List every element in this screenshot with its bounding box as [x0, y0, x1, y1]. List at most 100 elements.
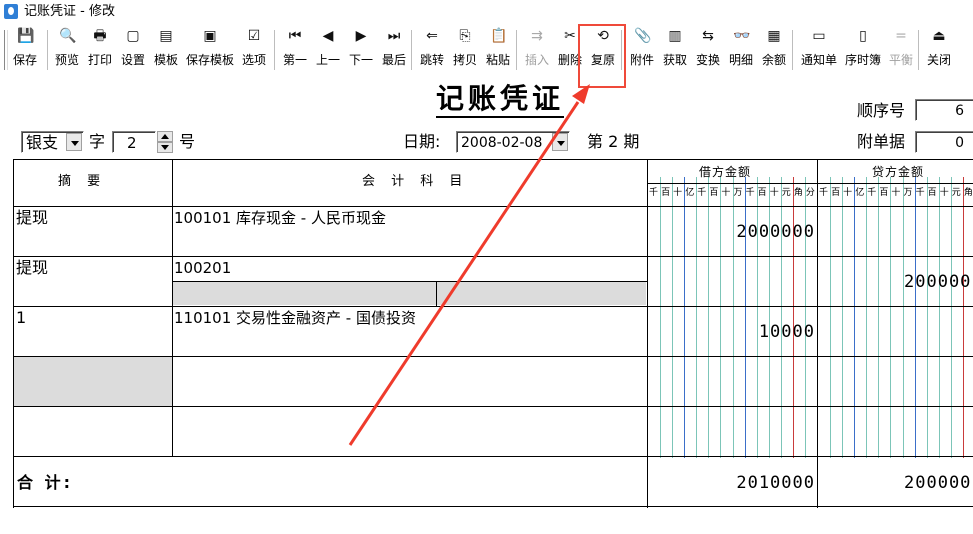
toolbar-button-label: 变换	[695, 53, 720, 67]
sequence-input[interactable]: 6	[915, 99, 973, 121]
digit-column-divider	[926, 177, 928, 458]
digit-unit-label: 百	[927, 188, 937, 198]
toolbar-button-jump[interactable]: ⇐ 跳转	[416, 26, 448, 72]
digit-unit-label: 百	[757, 188, 767, 198]
last-icon: ⏭	[387, 28, 401, 44]
row-summary[interactable]: 提现	[16, 208, 48, 228]
digit-column-divider	[708, 177, 710, 458]
digit-unit-label: 十	[721, 188, 731, 198]
sub-account-field-left[interactable]	[173, 282, 436, 305]
digit-column-divider	[962, 177, 964, 458]
toolbar-button-label: 拷贝	[452, 53, 477, 67]
toolbar-button-balance[interactable]: ▦ 余额	[758, 26, 790, 72]
toolbar-separator	[516, 30, 517, 70]
digit-unit-label: 分	[805, 188, 815, 198]
prev-icon: ◀	[322, 28, 334, 44]
toolbar-button-label: 最后	[381, 53, 406, 67]
sub-account-mid-divider	[436, 281, 437, 306]
voucher-number-input[interactable]: 2	[112, 131, 156, 153]
preview-icon: 🔍	[59, 28, 77, 44]
calendar-dropdown-icon[interactable]	[552, 133, 568, 151]
debit-header: 借方金额	[699, 165, 752, 179]
paste-icon: 📋	[490, 28, 508, 44]
toolbar-separator	[274, 30, 275, 70]
digit-column-divider	[938, 177, 940, 458]
toolbar-separator	[47, 30, 48, 70]
digit-unit-label: 元	[951, 188, 961, 198]
toolbar-button-preview[interactable]: 🔍 预览	[51, 26, 83, 72]
toolbar-button-label: 附件	[629, 53, 654, 67]
digit-column-divider	[866, 177, 868, 458]
jump-icon: ⇐	[426, 28, 438, 44]
digit-unit-label: 十	[769, 188, 779, 198]
save-icon: 💾	[17, 28, 35, 44]
toolbar-button-last[interactable]: ⏭ 最后	[378, 26, 410, 72]
toolbar-button-first[interactable]: ⏮ 第一	[279, 26, 311, 72]
digit-column-divider	[950, 177, 952, 458]
digit-column-divider	[830, 177, 832, 458]
toolbar-button-label: 序时簿	[844, 53, 881, 67]
chevron-down-icon[interactable]	[66, 133, 82, 151]
debit-credit-divider	[817, 160, 818, 508]
row-account[interactable]: 110101 交易性金融资产 - 国债投资	[174, 308, 416, 328]
attachments-label: 附单据	[857, 132, 906, 151]
date-picker[interactable]: 2008-02-08	[456, 131, 570, 153]
stepper-up-icon[interactable]	[157, 131, 173, 142]
digit-column-divider	[854, 177, 856, 458]
sequence-label: 顺序号	[857, 101, 906, 120]
toolbar-button-settings[interactable]: ▢ 设置	[117, 26, 149, 72]
toolbar-button-prev[interactable]: ◀ 上一	[312, 26, 344, 72]
toolbar-button-insert[interactable]: ⇉ 插入	[521, 26, 553, 72]
toolbar-button-journal[interactable]: ▯ 序时簿	[842, 26, 884, 72]
row-debit-amount[interactable]: 10000	[759, 322, 815, 342]
toolbar-button-print[interactable]: 🖶 打印	[84, 26, 116, 72]
digit-unit-label: 亿	[685, 188, 695, 198]
toolbar-button-save[interactable]: 💾 保存	[9, 26, 41, 72]
row-account[interactable]: 100201	[174, 258, 231, 278]
toolbar-button-fetch[interactable]: ▥ 获取	[659, 26, 691, 72]
toolbar-button-next[interactable]: ▶ 下一	[345, 26, 377, 72]
detail-icon: 👓	[733, 28, 751, 44]
toolbar-button-attachment[interactable]: 📎 附件	[626, 26, 658, 72]
toolbar-button-options[interactable]: ☑ 选项	[238, 26, 270, 72]
insert-icon: ⇉	[531, 28, 543, 44]
row-summary[interactable]: 1	[16, 308, 26, 328]
row-account[interactable]: 100101 库存现金 - 人民币现金	[174, 208, 386, 228]
voucher-number-stepper[interactable]	[157, 131, 173, 153]
toolbar-button-paste[interactable]: 📋 粘贴	[482, 26, 514, 72]
digit-unit-label: 千	[819, 188, 829, 198]
toolbar-button-notice[interactable]: ▭ 通知单	[797, 26, 841, 72]
total-label: 合 计:	[17, 473, 73, 492]
voucher-title: 记账凭证	[436, 82, 565, 118]
row-summary[interactable]: 提现	[16, 258, 48, 278]
stepper-down-icon[interactable]	[157, 142, 173, 153]
toolbar-button-save-template[interactable]: ▣ 保存模板	[183, 26, 237, 72]
toolbar-button-transform[interactable]: ⇆ 变换	[692, 26, 724, 72]
row-divider	[14, 256, 973, 257]
toolbar: 💾 保存 🔍 预览 🖶 打印 ▢ 设置 ▤ 模板 ▣ 保存模板 ☑ 选项 ⏮ 第一 ◀ 上一 ▶ 下一 ⏭ 最后 ⇐ 跳转 ⎘ 拷…	[0, 24, 973, 74]
sub-account-field-right[interactable]	[437, 282, 646, 305]
toolbar-grip[interactable]	[4, 30, 8, 70]
date-label: 日期:	[403, 132, 441, 151]
toolbar-button-label: 下一	[348, 53, 373, 67]
voucher-type-select[interactable]: 银支	[21, 131, 84, 153]
copy-icon: ⎘	[459, 28, 471, 44]
header-bottom-line	[14, 206, 973, 207]
toolbar-button-template[interactable]: ▤ 模板	[150, 26, 182, 72]
fetch-icon: ▥	[668, 28, 682, 44]
period-label: 第 2 期	[587, 132, 640, 151]
digit-column-divider	[914, 177, 916, 458]
row-debit-amount[interactable]: 2000000	[736, 222, 815, 242]
toolbar-button-balance-check[interactable]: = 平衡	[885, 26, 917, 72]
toolbar-button-label: 明细	[728, 53, 753, 67]
balance-icon: ▦	[767, 28, 781, 44]
toolbar-button-detail[interactable]: 👓 明细	[725, 26, 757, 72]
digit-column-divider	[792, 177, 794, 458]
attachments-input[interactable]: 0	[915, 131, 973, 153]
digit-unit-label: 千	[867, 188, 877, 198]
digit-column-divider	[780, 177, 782, 458]
balance-check-icon: =	[895, 28, 907, 44]
row-credit-amount[interactable]: 200000	[904, 272, 971, 292]
toolbar-button-copy[interactable]: ⎘ 拷贝	[449, 26, 481, 72]
toolbar-button-close[interactable]: ⏏ 关闭	[923, 26, 955, 72]
